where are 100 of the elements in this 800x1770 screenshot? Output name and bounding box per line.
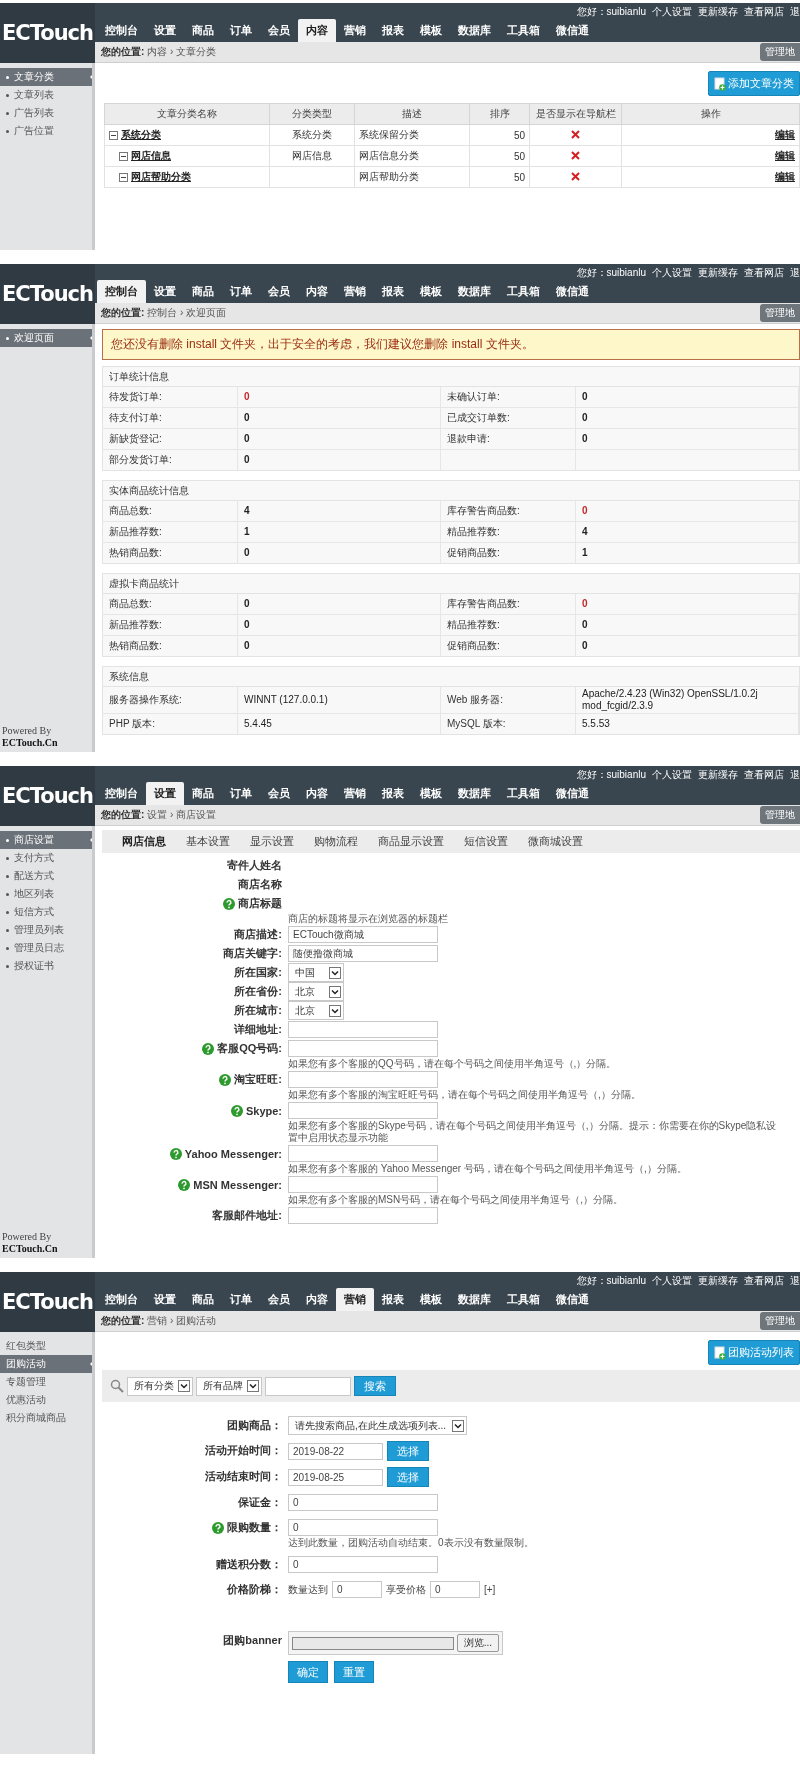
edit-link[interactable]: 编辑 (775, 170, 795, 184)
logo[interactable]: ECTouch (0, 1272, 95, 1332)
dropdown[interactable]: 所有分类 (127, 1376, 193, 1396)
settings-tab[interactable]: 微商城设置 (518, 834, 593, 849)
sidebar-item[interactable]: 红包类型 (0, 1337, 92, 1355)
nav-tab[interactable]: 报表 (374, 19, 412, 42)
settings-tab[interactable]: 基本设置 (176, 834, 240, 849)
nav-tab[interactable]: 微信通 (548, 280, 597, 303)
text-field[interactable] (288, 1071, 438, 1088)
sidebar-item[interactable]: 专题管理 (0, 1373, 92, 1391)
nav-tab[interactable]: 微信通 (548, 782, 597, 805)
nav-tab[interactable]: 内容 (298, 19, 336, 42)
text-field[interactable]: 0 (288, 1519, 438, 1536)
nav-tab[interactable]: 工具箱 (499, 1288, 548, 1311)
nav-tab[interactable]: 内容 (298, 280, 336, 303)
header-link[interactable]: 查看网店 (744, 768, 784, 782)
sidebar-item[interactable]: 文章分类 (0, 68, 92, 86)
header-link[interactable]: 更新缓存 (698, 5, 738, 19)
nav-tab[interactable]: 会员 (260, 19, 298, 42)
header-link[interactable]: 查看网店 (744, 5, 784, 19)
text-field[interactable]: 0 (288, 1556, 438, 1573)
nav-tab[interactable]: 报表 (374, 782, 412, 805)
text-field[interactable] (288, 1021, 438, 1038)
dropdown[interactable]: 请先搜索商品,在此生成选项列表... (288, 1416, 468, 1435)
text-field[interactable] (288, 1145, 438, 1162)
edit-link[interactable]: 编辑 (775, 149, 795, 163)
category-link[interactable]: 系统分类 (121, 128, 161, 142)
nav-tab[interactable]: 会员 (260, 280, 298, 303)
settings-tab[interactable]: 显示设置 (240, 834, 304, 849)
header-link[interactable]: 个人设置 (652, 768, 692, 782)
add-tier-link[interactable]: [+] (484, 1584, 496, 1595)
header-link[interactable]: 更新缓存 (698, 768, 738, 782)
date-field[interactable]: 2019-08-22 (288, 1442, 383, 1460)
sidebar-item[interactable]: 支付方式 (0, 849, 92, 867)
nav-tab[interactable]: 模板 (412, 1288, 450, 1311)
collapse-icon[interactable] (109, 130, 118, 140)
sidebar-item[interactable]: 管理员日志 (0, 939, 92, 957)
sidebar-item[interactable]: 优惠活动 (0, 1391, 92, 1409)
nav-tab[interactable]: 营销 (336, 1288, 374, 1311)
header-link[interactable]: 更新缓存 (698, 1274, 738, 1288)
file-field[interactable]: 浏览... (288, 1631, 503, 1655)
nav-tab[interactable]: 控制台 (97, 280, 146, 303)
header-link[interactable]: 查看网店 (744, 1274, 784, 1288)
header-link[interactable]: 退 (790, 5, 800, 19)
nav-tab[interactable]: 报表 (374, 280, 412, 303)
settings-tab[interactable]: 短信设置 (454, 834, 518, 849)
search-field[interactable] (265, 1376, 351, 1396)
header-link[interactable]: 个人设置 (652, 1274, 692, 1288)
nav-tab[interactable]: 商品 (184, 19, 222, 42)
nav-tab[interactable]: 设置 (146, 280, 184, 303)
sidebar-item[interactable]: 积分商城商品 (0, 1409, 92, 1427)
collapse-icon[interactable] (119, 151, 128, 161)
header-link[interactable]: 查看网店 (744, 266, 784, 280)
nav-tab[interactable]: 微信通 (548, 19, 597, 42)
nav-tab[interactable]: 订单 (222, 19, 260, 42)
text-field[interactable] (288, 1040, 438, 1057)
text-field[interactable] (288, 1176, 438, 1193)
dropdown[interactable]: 中国 (288, 963, 344, 982)
nav-tab[interactable]: 内容 (298, 782, 336, 805)
text-field[interactable] (288, 1207, 438, 1224)
nav-tab[interactable]: 会员 (260, 1288, 298, 1311)
nav-tab[interactable]: 商品 (184, 1288, 222, 1311)
dropdown[interactable]: 北京 (288, 982, 344, 1001)
settings-tab[interactable]: 购物流程 (304, 834, 368, 849)
nav-tab[interactable]: 设置 (146, 19, 184, 42)
header-link[interactable]: 退 (790, 266, 800, 280)
date-field[interactable]: 2019-08-25 (288, 1468, 383, 1486)
nav-tab[interactable]: 商品 (184, 280, 222, 303)
nav-tab[interactable]: 微信通 (548, 1288, 597, 1311)
browse-button[interactable]: 浏览... (456, 1634, 499, 1652)
nav-tab[interactable]: 模板 (412, 280, 450, 303)
nav-tab[interactable]: 控制台 (97, 19, 146, 42)
sidebar-item[interactable]: 广告列表 (0, 104, 92, 122)
settings-tab[interactable]: 网店信息 (112, 834, 176, 849)
sidebar-item[interactable]: 欢迎页面 (0, 329, 92, 347)
edit-link[interactable]: 编辑 (775, 128, 795, 142)
sidebar-item[interactable]: 商店设置 (0, 831, 92, 849)
header-link[interactable]: 退 (790, 1274, 800, 1288)
site-map-button[interactable]: 管理地 (760, 43, 800, 61)
nav-tab[interactable]: 数据库 (450, 1288, 499, 1311)
category-link[interactable]: 网店信息 (131, 149, 171, 163)
logo[interactable]: ECTouch (0, 3, 95, 63)
site-map-button[interactable]: 管理地 (760, 806, 800, 824)
header-link[interactable]: 您好：suibianlu (576, 5, 646, 19)
nav-tab[interactable]: 内容 (298, 1288, 336, 1311)
nav-tab[interactable]: 工具箱 (499, 19, 548, 42)
nav-tab[interactable]: 营销 (336, 19, 374, 42)
header-link[interactable]: 您好：suibianlu (576, 768, 646, 782)
nav-tab[interactable]: 商品 (184, 782, 222, 805)
text-field[interactable]: 0 (430, 1581, 480, 1598)
nav-tab[interactable]: 设置 (146, 1288, 184, 1311)
text-field[interactable]: 0 (288, 1494, 438, 1511)
sidebar-item[interactable]: 文章列表 (0, 86, 92, 104)
nav-tab[interactable]: 数据库 (450, 280, 499, 303)
nav-tab[interactable]: 营销 (336, 782, 374, 805)
header-link[interactable]: 更新缓存 (698, 266, 738, 280)
logo[interactable]: ECTouch (0, 766, 95, 826)
nav-tab[interactable]: 模板 (412, 782, 450, 805)
nav-tab[interactable]: 会员 (260, 782, 298, 805)
sidebar-item[interactable]: 授权证书 (0, 957, 92, 975)
